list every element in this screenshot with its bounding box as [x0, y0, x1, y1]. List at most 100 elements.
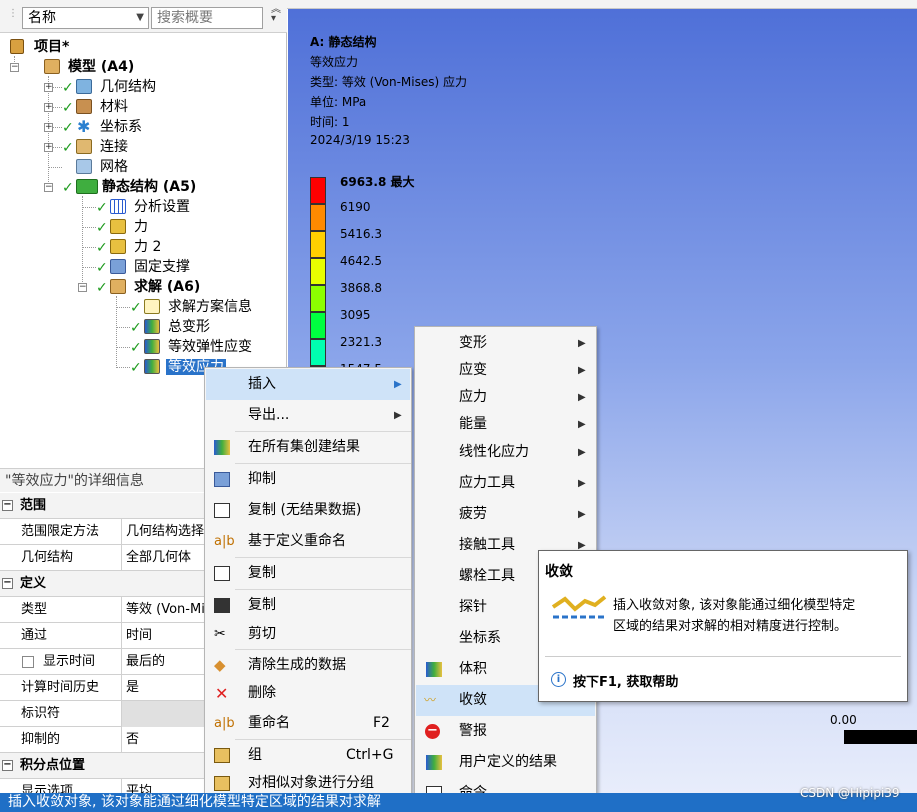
menu-item-rename[interactable]: a|b 重命名 F2	[206, 708, 410, 739]
name-combo[interactable]: 名称 ▼	[22, 7, 149, 29]
menu-item-create-results-all-sets[interactable]: 在所有集创建结果	[206, 432, 410, 463]
tree-item-geometry[interactable]: 几何结构	[100, 77, 156, 97]
rename-icon: a|b	[214, 716, 235, 731]
tree-item-equiv-elastic-strain[interactable]: 等效弹性应变	[168, 337, 252, 357]
legend-value: 3868.8	[340, 281, 382, 295]
submenu-item-linearized-stress[interactable]: 线性化应力 ▶	[416, 437, 595, 468]
check-icon: ✓	[62, 100, 74, 116]
expand-icon[interactable]: +	[44, 83, 53, 92]
section-label: 范围	[20, 498, 47, 513]
menu-item-delete[interactable]: ✕ 删除	[206, 678, 410, 709]
tree-item-label: 固定支撑	[134, 259, 190, 275]
tree-item-label: 求解方案信息	[168, 299, 252, 315]
tree-item-fixed-support[interactable]: 固定支撑	[134, 257, 190, 277]
tree-item-label: 静态结构 (A5)	[102, 179, 197, 195]
check-icon: ✓	[130, 320, 142, 336]
menu-label: 复制	[248, 597, 276, 613]
menu-label: 探针	[459, 599, 487, 615]
convergence-icon: 〰	[424, 693, 437, 707]
menu-label: 线性化应力	[459, 444, 529, 460]
check-icon: ✓	[62, 120, 74, 136]
tree-item-total-deformation[interactable]: 总变形	[168, 317, 210, 337]
legend-value: 6190	[340, 200, 371, 214]
submenu-arrow-icon: ▶	[578, 447, 586, 458]
tree-item-solution[interactable]: 求解 (A6)	[134, 277, 200, 297]
menu-item-suppress[interactable]: 抑制	[206, 464, 410, 495]
scale-label: 0.00	[830, 713, 857, 727]
status-bar: 插入收敛对象, 该对象能通过细化模型特定区域的结果对求解	[0, 793, 917, 812]
static-structural-icon	[76, 179, 98, 194]
status-text: 插入收敛对象, 该对象能通过细化模型特定区域的结果对求解	[8, 794, 381, 810]
submenu-item-user-defined-result[interactable]: 用户定义的结果	[416, 747, 595, 778]
folder-icon	[214, 776, 230, 791]
legend-value: 3095	[340, 308, 371, 322]
legend-value: 5416.3	[340, 227, 382, 241]
result-date: 2024/3/19 15:23	[310, 133, 410, 147]
menu-item-copy[interactable]: 复制	[206, 590, 410, 621]
row-key: 标识符	[17, 701, 122, 727]
tree-item-project[interactable]: 项目*	[34, 37, 69, 57]
tree-item-coordinate-systems[interactable]: 坐标系	[100, 117, 142, 137]
chevron-down-icon: ▼	[136, 12, 144, 23]
menu-item-duplicate-without-results[interactable]: 复制 (无结果数据)	[206, 495, 410, 526]
menu-label: 导出...	[248, 407, 290, 423]
collapse-icon[interactable]: −	[10, 63, 19, 72]
collapse-icon[interactable]: −	[78, 283, 87, 292]
tree-item-solution-info[interactable]: 求解方案信息	[168, 297, 252, 317]
check-icon: ✓	[62, 80, 74, 96]
submenu-item-stress-tool[interactable]: 应力工具 ▶	[416, 468, 595, 499]
legend-value: 2321.3	[340, 335, 382, 349]
tooltip-title: 收敛	[545, 564, 573, 580]
expand-toolbar-icon[interactable]: ︽ ▾	[271, 5, 281, 24]
submenu-item-alert[interactable]: − 警报	[416, 716, 595, 747]
collapse-icon[interactable]: −	[2, 760, 13, 771]
check-icon: ✓	[62, 180, 74, 196]
tree-item-force[interactable]: 力	[134, 217, 148, 237]
tree-item-mesh[interactable]: 网格	[100, 157, 128, 177]
submenu-item-energy[interactable]: 能量 ▶	[416, 409, 595, 440]
submenu-item-fatigue[interactable]: 疲劳 ▶	[416, 499, 595, 530]
menu-item-rename-based-on-definition[interactable]: a|b 基于定义重命名	[206, 526, 410, 557]
legend-swatch	[310, 231, 326, 258]
search-input[interactable]: 搜索概要	[151, 7, 263, 29]
tooltip-body-line1: 插入收敛对象, 该对象能通过细化模型特定	[613, 598, 856, 613]
tree-item-label: 材料	[100, 99, 128, 115]
name-combo-value: 名称	[28, 10, 56, 26]
collapse-icon[interactable]: −	[2, 500, 13, 511]
menu-item-clear-generated-data[interactable]: ◆ 清除生成的数据	[206, 650, 410, 681]
tree-item-analysis-settings[interactable]: 分析设置	[134, 197, 190, 217]
tree-item-model[interactable]: 模型 (A4)	[68, 57, 134, 77]
search-placeholder: 搜索概要	[157, 10, 213, 26]
menu-label: 能量	[459, 416, 487, 432]
tree-item-connections[interactable]: 连接	[100, 137, 128, 157]
menu-label: 螺栓工具	[459, 568, 515, 584]
tooltip-help: 按下F1, 获取帮助	[573, 675, 679, 690]
menu-item-insert[interactable]: 插入 ▶	[206, 369, 410, 400]
fixed-support-icon	[110, 259, 126, 274]
collapse-icon[interactable]: −	[2, 578, 13, 589]
checkbox[interactable]	[22, 656, 34, 668]
menu-item-group[interactable]: 组 Ctrl+G	[206, 740, 410, 771]
menu-label: 组	[248, 747, 262, 763]
tree-item-force-2[interactable]: 力 2	[134, 237, 161, 257]
menu-label: 剪切	[248, 626, 276, 642]
geometry-icon	[76, 79, 92, 94]
menu-item-cut[interactable]: ✂ 剪切	[206, 619, 410, 650]
menu-label: 基于定义重命名	[248, 533, 346, 549]
menu-label: 删除	[248, 685, 276, 701]
expand-icon[interactable]: +	[44, 103, 53, 112]
expand-icon[interactable]: +	[44, 143, 53, 152]
tree-item-static-structural[interactable]: 静态结构 (A5)	[102, 177, 196, 197]
collapse-icon[interactable]: −	[44, 183, 53, 192]
expand-icon[interactable]: +	[44, 123, 53, 132]
tree-item-label: 网格	[100, 159, 128, 175]
coordinate-system-icon: ✱	[77, 117, 91, 136]
tree-item-label: 几何结构	[100, 79, 156, 95]
force-icon	[110, 219, 126, 234]
tree-item-materials[interactable]: 材料	[100, 97, 128, 117]
tree-item-label: 力 2	[134, 239, 162, 255]
menu-item-export[interactable]: 导出... ▶	[206, 400, 410, 431]
menu-item-duplicate[interactable]: 复制	[206, 558, 410, 589]
convergence-icon	[551, 595, 607, 621]
model-icon	[44, 59, 60, 74]
